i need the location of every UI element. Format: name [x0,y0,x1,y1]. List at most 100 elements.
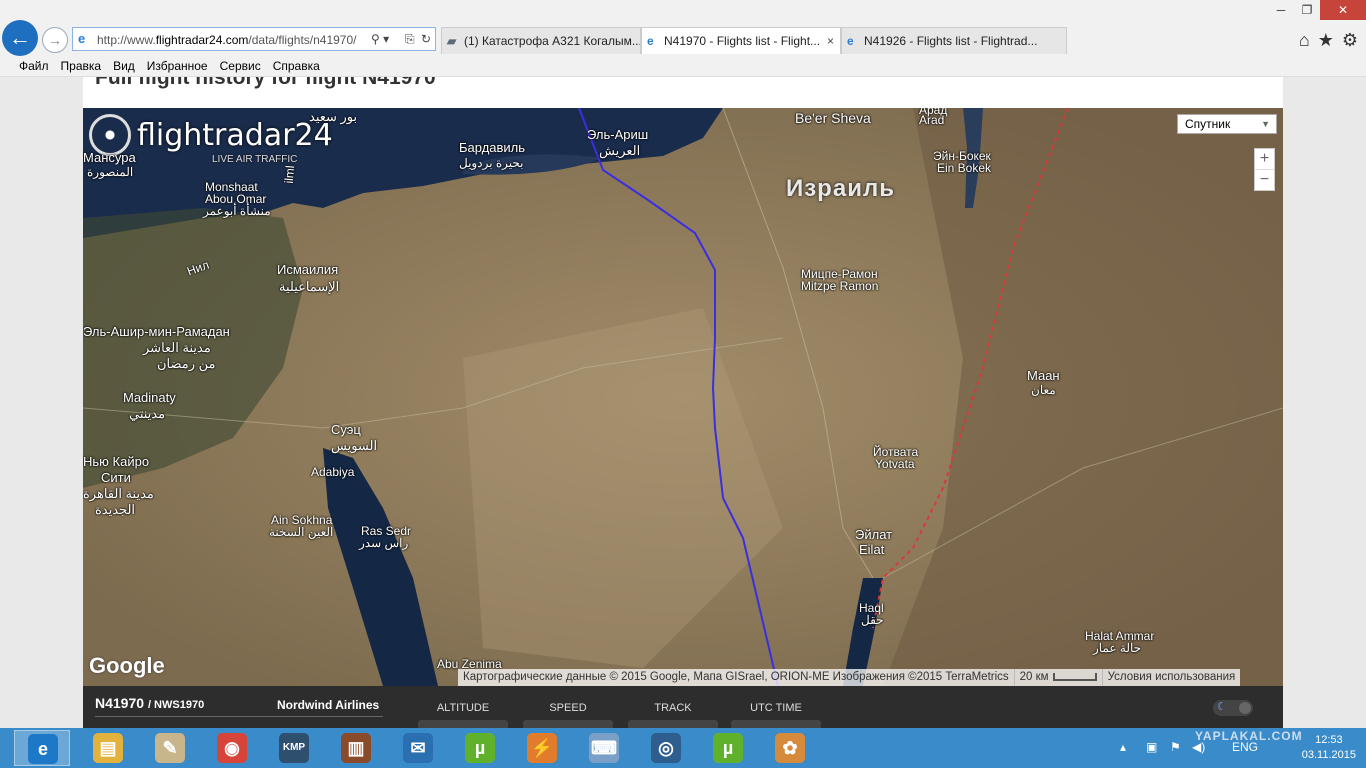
menu-edit[interactable]: Правка [55,57,108,75]
tab-site-icon: ▰ [447,34,457,48]
label-ashir-ar: مدينة العاشر [143,340,211,355]
label-ain-sokhna-ar: العين السخنة [269,525,334,539]
night-mode-toggle[interactable]: ☾ [1213,700,1253,716]
label-beer-sheva: Be'er Sheva [795,110,871,126]
menu-view[interactable]: Вид [107,57,141,75]
menu-favorites[interactable]: Избранное [141,57,214,75]
map-attribution: Картографические данные © 2015 Google, М… [458,669,1241,686]
menu-file[interactable]: Файл [13,57,55,75]
address-bar[interactable]: e http://www.flightradar24.com/data/flig… [72,27,436,51]
terms-link[interactable]: Условия использования [1103,669,1241,686]
back-button[interactable]: ← [2,20,38,56]
clock-time: 12:53 [1315,734,1343,746]
label-new-cairo-ar: مدينة القاهرة [83,486,154,501]
zoom-control: + − [1254,148,1275,191]
url-path: /data/flights/n41970/ [248,33,357,47]
minimize-icon[interactable]: ─ [1268,0,1294,20]
clock[interactable]: 12:53 03.11.2015 [1302,733,1356,763]
scale-bar-icon [1052,672,1097,681]
zoom-in-button[interactable]: + [1255,149,1274,169]
search-dropdown-icon[interactable]: ⚲ ▾ [371,32,389,46]
taskbar-button[interactable]: µ [452,730,508,766]
label-mansura: Мансура [83,150,136,165]
thunderbird-icon: ✉ [403,733,433,763]
attribution-text: Картографические данные © 2015 Google, М… [458,669,1015,686]
volume-icon[interactable]: ◀) [1192,740,1205,754]
browser-tools: ⌂ ★ ⚙ [1291,30,1358,51]
divider [95,716,383,717]
page-viewport: Full flight history for flight N41970 fl… [0,77,1366,728]
taskbar-button[interactable]: ◎ [638,730,694,766]
close-tab-icon[interactable]: × [827,28,834,54]
taskbar-button[interactable]: ✉ [390,730,446,766]
label-new-cairo-ar2: الجديدة [95,502,136,517]
google-logo: Google [89,653,165,678]
taskbar-button[interactable]: ▥ [328,730,384,766]
url-domain: flightradar24.com [155,33,249,47]
kmplayer-icon: KMP [279,733,309,763]
label-suez-ar: السويس [331,438,378,453]
tools-gear-icon[interactable]: ⚙ [1342,30,1358,50]
utorrent-icon: µ [465,733,495,763]
tab-catastrophe[interactable]: ▰ (1) Катастрофа A321 Когалым... [441,27,641,54]
taskbar-button[interactable]: µ [700,730,756,766]
moon-icon: ☾ [1217,701,1227,713]
toggle-knob [1239,702,1251,714]
taskbar-button[interactable]: ◉ [204,730,260,766]
menu-help[interactable]: Справка [267,57,326,75]
address-url[interactable]: http://www.flightradar24.com/data/flight… [97,33,367,47]
tab-label: N41970 - Flights list - Flight... [664,34,821,48]
utc-time-header: UTC TIME [750,702,802,714]
notepad-icon: ✎ [155,733,185,763]
altitude-value-box [418,720,508,728]
label-bardawil-ar: بحيرة بردويل [459,156,524,170]
label-israel: Израиль [786,175,895,202]
track-value-box [628,720,718,728]
forward-button[interactable]: → [42,27,68,53]
ie-tab-icon: e [847,34,854,48]
network-icon[interactable]: ▣ [1146,740,1157,754]
tab-label: (1) Катастрофа A321 Когалым... [464,34,641,48]
action-center-flag-icon[interactable]: ⚑ [1170,740,1181,754]
label-ras-sedr-ar: راس سدر [359,536,409,550]
flight-id: N41970 [95,695,145,711]
maximize-icon[interactable]: ❐ [1294,0,1320,20]
compat-view-icon[interactable]: ⎘ [405,32,415,47]
taskbar-button[interactable]: ✿ [762,730,818,766]
scale-bar: 20 км [1015,669,1103,686]
taskbar-button[interactable]: KMP [266,730,322,766]
label-new-cairo-ru: Нью Кайро [83,454,150,469]
utorrent2-icon: µ [713,733,743,763]
speed-header: SPEED [549,702,587,714]
language-indicator[interactable]: ENG [1232,740,1258,754]
taskbar-button[interactable]: e [14,730,70,766]
close-window-icon[interactable]: ✕ [1320,0,1366,20]
track-header: TRACK [654,702,692,714]
taskbar-button[interactable]: ✎ [142,730,198,766]
forward-arrow-icon: → [48,32,62,48]
utc-time-value-box [731,720,821,728]
taskbar-button[interactable]: ⌨ [576,730,632,766]
home-icon[interactable]: ⌂ [1299,30,1310,50]
taskbar-button[interactable]: ⚡ [514,730,570,766]
taskbar: e ▤ ✎ ◉ KMP ▥ ✉ µ ⚡ ⌨ ◎ µ ✿ YAPLAKAL.COM ▴ ▣ ⚑ ◀) EN… [0,728,1366,768]
label-mitzpe: Mitzpe Ramon [801,279,879,293]
refresh-icon[interactable]: ↻ [421,32,431,46]
books-icon: ▥ [341,733,371,763]
satellite-map[interactable]: flightradar24 LIVE AIR TRAFFIC Израиль Э… [83,108,1283,686]
label-canal: ilml [281,164,298,185]
label-el-arish-ar: العريش [599,143,641,158]
menu-tools[interactable]: Сервис [214,57,267,75]
show-hidden-icon[interactable]: ▴ [1120,740,1126,754]
zoom-out-button[interactable]: − [1255,169,1274,190]
tab-n41926[interactable]: e N41926 - Flights list - Flightrad... [841,27,1067,54]
taskbar-button[interactable]: ▤ [80,730,136,766]
map-type-select[interactable]: Спутник ▼ [1177,114,1277,134]
label-mansura-ar: المنصورة [87,165,134,179]
explorer-icon: ▤ [93,733,123,763]
favorites-star-icon[interactable]: ★ [1318,30,1334,50]
label-ismailia-ar: الإسماعيلية [279,279,340,294]
tab-n41970[interactable]: e N41970 - Flights list - Flight... × [641,27,841,54]
label-yotvata: Yotvata [875,457,915,471]
media-icon: ◎ [651,733,681,763]
